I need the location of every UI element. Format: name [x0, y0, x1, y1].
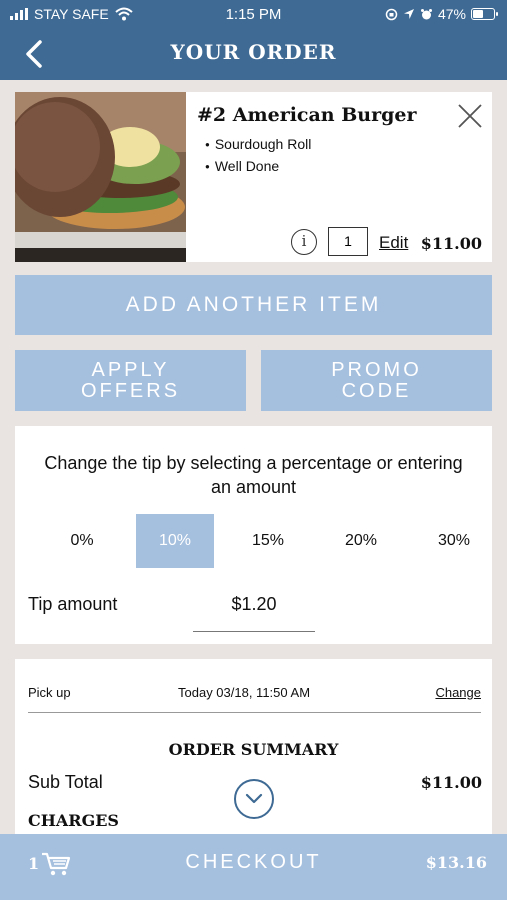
quantity-field[interactable]: 1 — [328, 227, 368, 256]
pickup-time: Today 03/18, 11:50 AM — [178, 685, 311, 700]
promo-code-line2: CODE — [341, 380, 412, 402]
add-another-item-button[interactable]: ADD ANOTHER ITEM — [15, 275, 492, 335]
change-pickup-link[interactable]: Change — [435, 685, 481, 700]
item-modifiers: Sourdough Roll Well Done — [205, 136, 312, 180]
apply-offers-button[interactable]: APPLY OFFERS — [15, 350, 246, 411]
info-icon[interactable]: i — [291, 229, 317, 255]
alarm-icon — [420, 8, 432, 19]
chevron-down-icon[interactable] — [234, 779, 274, 819]
order-summary-card: Pick up Today 03/18, 11:50 AM Change ORD… — [15, 659, 492, 839]
tip-option-0[interactable]: 0% — [43, 514, 121, 568]
battery-percent: 47% — [437, 6, 466, 22]
tip-card: Change the tip by selecting a percentage… — [15, 426, 492, 644]
modifier-item: Sourdough Roll — [205, 136, 312, 152]
tip-option-30[interactable]: 30% — [415, 514, 493, 568]
tip-option-10[interactable]: 10% — [136, 514, 214, 568]
item-price: $11.00 — [420, 234, 482, 253]
apply-offers-line2: OFFERS — [80, 380, 181, 402]
tip-amount-label: Tip amount — [28, 594, 118, 614]
subtotal-label: Sub Total — [28, 772, 103, 792]
page-title: YOUR ORDER — [170, 40, 337, 64]
battery-icon — [471, 8, 498, 20]
status-bar: STAY SAFE 1:15 PM 47% — [0, 0, 507, 28]
subtotal-value: $11.00 — [420, 773, 482, 792]
tip-options: 0% 10% 15% 20% 30% — [30, 514, 495, 568]
item-name: #2 American Burger — [197, 104, 417, 126]
order-item-card: #2 American Burger Sourdough Roll Well D… — [15, 92, 492, 262]
tip-amount-input[interactable]: $1.20 — [193, 594, 315, 615]
apply-offers-line1: APPLY — [91, 359, 170, 381]
nav-bar: YOUR ORDER — [0, 28, 507, 80]
tip-option-20[interactable]: 20% — [322, 514, 400, 568]
checkout-bar[interactable]: 1 CHECKOUT $13.16 — [0, 834, 507, 900]
item-photo — [15, 92, 186, 262]
tip-input-underline — [193, 631, 315, 632]
checkout-total: $13.16 — [425, 853, 487, 872]
edit-link[interactable]: Edit — [379, 233, 408, 253]
app-header: STAY SAFE 1:15 PM 47% YOUR ORDER — [0, 0, 507, 80]
rotation-lock-icon — [385, 8, 398, 20]
close-icon[interactable] — [456, 102, 484, 130]
promo-code-button[interactable]: PROMO CODE — [261, 350, 492, 411]
tip-heading: Change the tip by selecting a percentage… — [44, 453, 463, 497]
order-summary-title: ORDER SUMMARY — [168, 740, 339, 759]
tip-option-15[interactable]: 15% — [229, 514, 307, 568]
status-right: 47% — [385, 6, 498, 22]
modifier-item: Well Done — [205, 158, 311, 174]
promo-code-line1: PROMO — [331, 359, 422, 381]
location-icon — [403, 9, 414, 19]
divider — [28, 712, 481, 713]
charges-label: CHARGES — [28, 811, 119, 830]
pickup-label: Pick up — [28, 685, 71, 700]
